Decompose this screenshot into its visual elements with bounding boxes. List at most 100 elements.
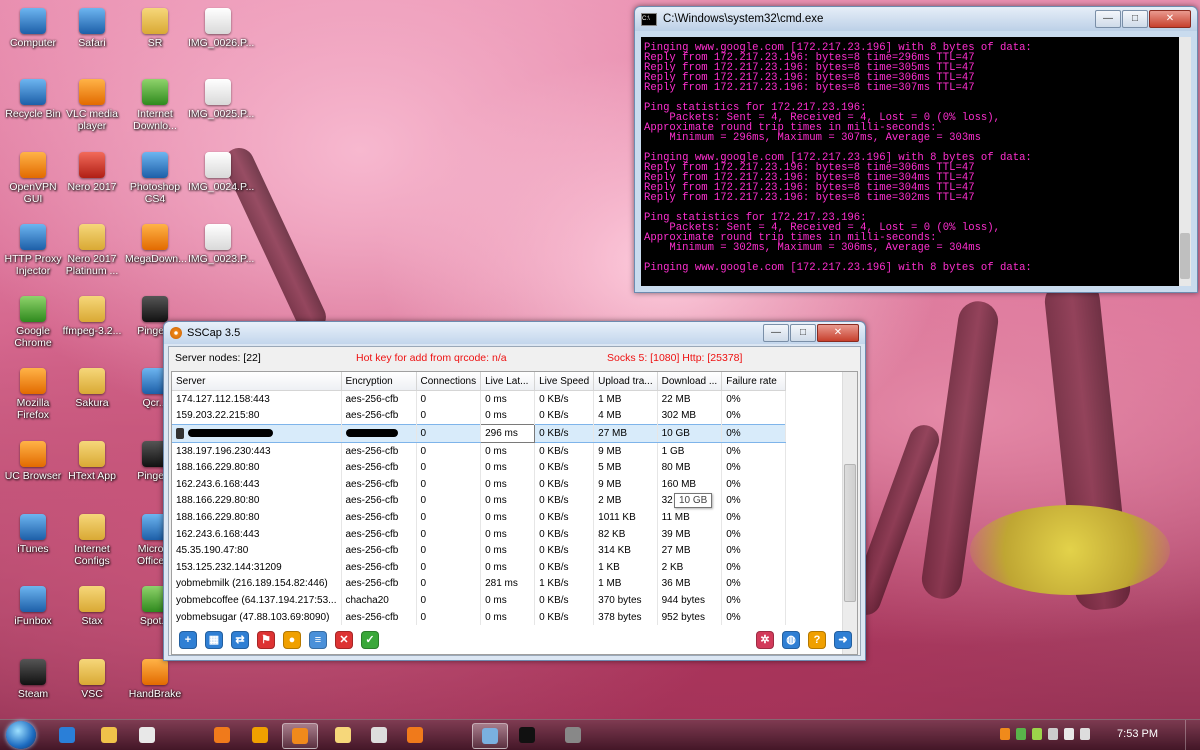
column-header[interactable]: Live Speed: [534, 372, 595, 391]
taskbar-item[interactable]: [92, 723, 126, 747]
server-list-scrollbar[interactable]: [842, 372, 857, 654]
taskbar-item[interactable]: [362, 723, 396, 747]
desktop-icon[interactable]: IMG_0025.P...: [188, 79, 254, 120]
tray-icon[interactable]: [1000, 728, 1010, 740]
remove-red-icon[interactable]: ⚑: [257, 631, 275, 649]
sscap-titlebar[interactable]: SSCap 3.5: [164, 322, 865, 344]
maximize-button[interactable]: □: [790, 324, 816, 342]
share-icon[interactable]: ⇄: [231, 631, 249, 649]
desktop-icon[interactable]: MegaDown...: [125, 224, 187, 265]
desktop-icon[interactable]: HTTP Proxy Injector: [3, 224, 63, 277]
firefox-icon: [20, 368, 46, 394]
delete-icon[interactable]: ✕: [335, 631, 353, 649]
help-icon[interactable]: ?: [808, 631, 826, 649]
console-scrollbar[interactable]: [1179, 37, 1191, 286]
desktop-icon[interactable]: Mozilla Firefox: [3, 368, 63, 421]
show-desktop-button[interactable]: [1185, 720, 1200, 750]
desktop-icon[interactable]: Photoshop CS4: [125, 152, 185, 205]
desktop-icon[interactable]: HText App: [62, 441, 122, 482]
desktop-icon[interactable]: HandBrake: [125, 659, 185, 700]
taskbar-item[interactable]: [510, 723, 544, 747]
desktop-icon[interactable]: Sakura: [62, 368, 122, 409]
desktop-icon[interactable]: VSC: [62, 659, 122, 700]
column-header[interactable]: Upload tra...: [593, 372, 658, 391]
exit-icon[interactable]: ➜: [834, 631, 852, 649]
desktop-icon[interactable]: IMG_0026.P...: [188, 8, 254, 49]
cmd-window[interactable]: C:\ C:\Windows\system32\cmd.exe — □ ✕ Pi…: [634, 6, 1198, 293]
column-header[interactable]: Server: [172, 372, 342, 391]
add-icon[interactable]: +: [179, 631, 197, 649]
column-header[interactable]: Encryption: [341, 372, 417, 391]
sscap-window[interactable]: SSCap 3.5 — □ ✕ Server nodes: [22] Hot k…: [163, 321, 866, 661]
desktop-icon[interactable]: OpenVPN GUI: [3, 152, 63, 205]
desktop-icon[interactable]: VLC media player: [62, 79, 122, 132]
column-header[interactable]: Connections: [416, 372, 482, 391]
column-header[interactable]: Download ...: [657, 372, 723, 391]
tray-icon[interactable]: [1016, 728, 1026, 740]
desktop-icon[interactable]: Steam: [3, 659, 63, 700]
maximize-button[interactable]: □: [1122, 10, 1148, 28]
settings-icon[interactable]: ✲: [756, 631, 774, 649]
desktop-icon[interactable]: UC Browser: [3, 441, 63, 482]
network-icon[interactable]: [1064, 728, 1074, 740]
clock[interactable]: 7:53 PM: [1117, 728, 1158, 740]
table-row[interactable]: 162.243.6.168:443 aes-256-cfb 0 0 ms 0 KB/s 8…: [172, 525, 787, 543]
desktop-icon[interactable]: Google Chrome: [3, 296, 63, 349]
desktop-icon[interactable]: Nero 2017: [62, 152, 122, 193]
table-row[interactable]: 159.203.22.215:80 aes-256-cfb 0 0 ms 0 KB/s 4…: [172, 407, 787, 425]
desktop-icon[interactable]: Computer: [3, 8, 63, 49]
desktop-icon[interactable]: Recycle Bin: [3, 79, 63, 120]
close-button[interactable]: ✕: [1149, 10, 1191, 28]
desktop-icon[interactable]: SR: [125, 8, 185, 49]
desktop-icon[interactable]: Stax: [62, 586, 122, 627]
tray-icon[interactable]: [1048, 728, 1058, 740]
server-list[interactable]: Server Encryption Connections Live Lat... Li…: [171, 371, 858, 655]
start-button[interactable]: [6, 721, 36, 749]
table-row[interactable]: 174.127.112.158:443 aes-256-cfb 0 0 ms 0 KB/…: [172, 390, 787, 408]
taskbar-item[interactable]: [472, 723, 508, 749]
column-header[interactable]: Live Lat...: [480, 372, 536, 391]
table-row[interactable]: 45.35.190.47:80 aes-256-cfb 0 0 ms 0 KB/s 314…: [172, 542, 787, 559]
table-row[interactable]: 188.166.229.80:80 aes-256-cfb 0 0 ms 0 KB/s 5…: [172, 459, 787, 476]
table-row[interactable]: 162.243.6.168:443 aes-256-cfb 0 0 ms 0 KB/s 9…: [172, 475, 787, 493]
desktop-icon[interactable]: Internet Configs: [62, 514, 122, 567]
lightbulb-icon[interactable]: ●: [283, 631, 301, 649]
desktop-icon[interactable]: Nero 2017 Platinum ...: [62, 224, 122, 277]
check-icon[interactable]: ✓: [361, 631, 379, 649]
desktop-icon[interactable]: ffmpeg-3.2...: [62, 296, 122, 337]
minimize-button[interactable]: —: [1095, 10, 1121, 28]
table-row[interactable]: 0 296 ms 0 KB/s 27 MB 10 GB 0%: [172, 424, 787, 443]
qrcode-icon[interactable]: ▦: [205, 631, 223, 649]
desktop-icon[interactable]: iFunbox: [3, 586, 63, 627]
desktop-icon[interactable]: Safari: [62, 8, 122, 49]
desktop-icon[interactable]: IMG_0023.P...: [188, 224, 254, 265]
desktop-icon-label: iTunes: [17, 543, 49, 555]
globe-icon[interactable]: ◍: [782, 631, 800, 649]
table-row[interactable]: yobmebmilk (216.189.154.82:446) aes-256-c…: [172, 575, 787, 593]
table-row[interactable]: 153.125.232.144:31209 aes-256-cfb 0 0 ms 0 K…: [172, 558, 787, 576]
table-row[interactable]: 188.166.229.80:80 aes-256-cfb 0 0 ms 0 KB/s 1…: [172, 509, 787, 526]
table-row[interactable]: yobmebsugar (47.88.103.69:8090) aes-256-c…: [172, 608, 787, 626]
minimize-button[interactable]: —: [763, 324, 789, 342]
scrollbar-thumb[interactable]: [844, 464, 856, 602]
console-output[interactable]: Pinging www.google.com [172.217.23.196] …: [641, 37, 1179, 286]
tray-icon[interactable]: [1032, 728, 1042, 740]
desktop-icon[interactable]: iTunes: [3, 514, 63, 555]
table-row[interactable]: 138.197.196.230:443 aes-256-cfb 0 0 ms 0 KB/…: [172, 442, 787, 460]
taskbar-item[interactable]: [243, 723, 277, 747]
volume-icon[interactable]: [1080, 728, 1090, 740]
column-header[interactable]: Failure rate: [721, 372, 787, 391]
taskbar-item[interactable]: [556, 723, 590, 747]
taskbar-item[interactable]: [326, 723, 360, 747]
desktop-icon[interactable]: IMG_0024.P...: [188, 152, 254, 193]
taskbar-item[interactable]: [50, 723, 84, 747]
taskbar-item[interactable]: [205, 723, 239, 747]
taskbar-item[interactable]: [130, 723, 164, 747]
table-row[interactable]: yobmebcoffee (64.137.194.217:53... chacha…: [172, 592, 787, 609]
scrollbar-thumb[interactable]: [1180, 233, 1190, 279]
list-icon[interactable]: ≡: [309, 631, 327, 649]
desktop-icon[interactable]: Internet Downlo...: [125, 79, 185, 132]
taskbar-item[interactable]: [282, 723, 318, 749]
taskbar-item[interactable]: [398, 723, 432, 747]
close-button[interactable]: ✕: [817, 324, 859, 342]
